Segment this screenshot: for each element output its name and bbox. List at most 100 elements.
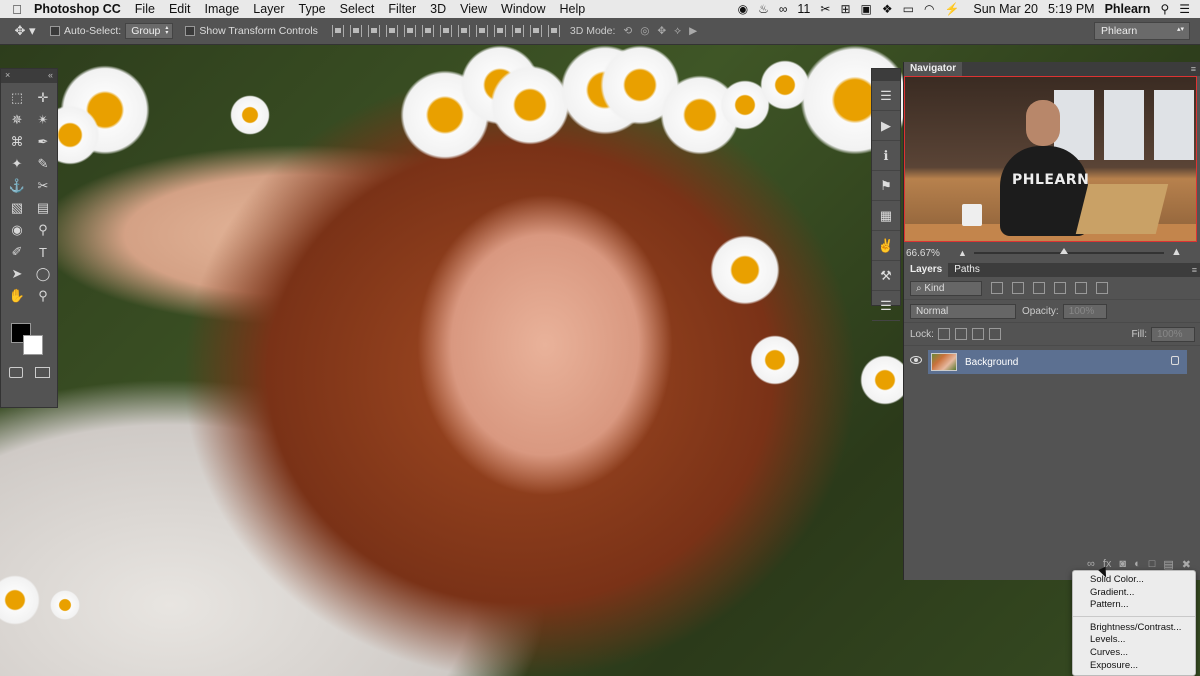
lasso-tool-icon[interactable]: ✵ [4,109,30,131]
brush-tool-icon[interactable]: ✎ [30,153,56,175]
menu-layer[interactable]: Layer [253,2,284,16]
swatches-panel-icon[interactable]: ▦ [872,201,900,231]
background-color-swatch[interactable] [23,335,43,355]
tab-layers[interactable]: Layers [904,263,949,277]
lock-image-icon[interactable] [954,328,967,340]
apple-menu-icon[interactable]:  [0,2,34,17]
lock-position-icon[interactable] [971,328,984,340]
align-left-icon[interactable] [385,25,398,37]
zoom-slider-thumb[interactable] [1060,248,1068,254]
spotlight-icon[interactable]: ⚲ [1160,2,1169,16]
clone-stamp-tool-icon[interactable]: ⚓ [4,175,30,197]
layers-menu-icon[interactable]: ≡ [1192,265,1197,275]
tab-paths[interactable]: Paths [948,263,986,277]
display-icon[interactable]: ▭ [903,2,914,16]
menubar-user[interactable]: Phlearn [1105,2,1151,16]
menu-type[interactable]: Type [299,2,326,16]
type-tool-icon[interactable]: T [30,241,56,263]
menu-filter[interactable]: Filter [388,2,416,16]
dock-header[interactable] [872,69,900,81]
distribute-hcenter-icon[interactable] [511,25,524,37]
marquee-tool-icon[interactable]: ⬚ [4,87,30,109]
shape-filter-icon[interactable] [1054,282,1066,294]
3d-mode-icons[interactable]: ⟲◎✥⟡▶ [623,25,705,38]
align-vcenter-icon[interactable] [349,25,362,37]
properties-panel-icon[interactable]: ☰ [872,291,900,321]
magic-wand-tool-icon[interactable]: ✴ [30,109,56,131]
healing-brush-tool-icon[interactable]: ✦ [4,153,30,175]
creative-cloud-icon[interactable]: ∞ [779,2,788,16]
blend-mode-dropdown[interactable]: Normal [910,303,1016,319]
menu-help[interactable]: Help [560,2,586,16]
distribute-left-icon[interactable] [493,25,506,37]
type-filter-icon[interactable] [1033,282,1045,294]
auto-select-checkbox[interactable] [50,26,60,36]
hand-tool-icon[interactable]: ✋ [4,285,30,307]
zoom-slider[interactable] [974,252,1164,254]
gradient-tool-icon[interactable]: ▤ [30,197,56,219]
layer-name[interactable]: Background [965,357,1018,368]
menu-select[interactable]: Select [340,2,375,16]
kind-filter-dropdown[interactable]: ⌕ Kind [910,280,982,296]
grid-icon[interactable]: ⊞ [840,2,850,16]
menu-item-gradient[interactable]: Gradient... [1073,587,1195,600]
navigator-preview[interactable]: PHLEARN [904,76,1197,242]
align-top-icon[interactable] [331,25,344,37]
pixel-filter-icon[interactable] [991,282,1003,294]
eraser-tool-icon[interactable]: ▧ [4,197,30,219]
blur-tool-icon[interactable]: ◉ [4,219,30,241]
adjustments-panel-icon[interactable]: ⚒ [872,261,900,291]
menu-item-brightness-contrast[interactable]: Brightness/Contrast... [1073,622,1195,635]
info-panel-icon[interactable]: ℹ [872,141,900,171]
zoom-tool-icon[interactable]: ⚲ [30,285,56,307]
path-selection-tool-icon[interactable]: ➤ [4,263,30,285]
move-tool-icon[interactable]: ✛ [30,87,56,109]
auto-select-dropdown[interactable]: Group [125,23,174,39]
history-panel-icon[interactable]: ☰ [872,81,900,111]
snip-icon[interactable]: ✂ [820,2,830,16]
screenshot-icon[interactable]: ▣ [861,2,872,16]
smart-object-filter-icon[interactable] [1075,282,1087,294]
menu-item-levels[interactable]: Levels... [1073,634,1195,647]
eyedropper-tool-icon[interactable]: ✒ [30,131,56,153]
menu-edit[interactable]: Edit [169,2,191,16]
crop-tool-icon[interactable]: ⌘ [4,131,30,153]
close-icon[interactable]: × [5,70,10,82]
brush-panel-icon[interactable]: ✌ [872,231,900,261]
ellipse-tool-icon[interactable]: ◯ [30,263,56,285]
align-bottom-icon[interactable] [367,25,380,37]
auto-align-icon[interactable] [547,25,560,37]
workspace-dropdown[interactable]: Phlearn ▴▾ [1094,22,1190,40]
zoom-out-icon[interactable]: ▲ [958,248,967,258]
record-icon[interactable]: ◉ [738,2,748,16]
menubar-time[interactable]: 5:19 PM [1048,2,1095,16]
dodge-tool-icon[interactable]: ⚲ [30,219,56,241]
layer-thumbnail[interactable] [931,353,957,371]
dropbox-icon[interactable]: ❖ [882,2,893,16]
color-panel-icon[interactable]: ⚑ [872,171,900,201]
zoom-in-icon[interactable]: ▲ [1171,246,1182,258]
pen-tool-icon[interactable]: ✐ [4,241,30,263]
history-brush-tool-icon[interactable]: ✂ [30,175,56,197]
menubar-date[interactable]: Sun Mar 20 [973,2,1038,16]
move-tool-icon[interactable]: ✥ ▾ [0,23,50,39]
app-menu[interactable]: Photoshop CC [34,2,121,16]
layer-row[interactable]: Background [910,350,1187,374]
menu-3d[interactable]: 3D [430,2,446,16]
adjustment-filter-icon[interactable] [1012,282,1024,294]
menu-item-curves[interactable]: Curves... [1073,647,1195,660]
battery-icon[interactable]: ⚡ [944,2,959,16]
opacity-input[interactable]: 100% [1062,303,1107,319]
menu-image[interactable]: Image [205,2,240,16]
notification-center-icon[interactable]: ☰ [1179,2,1190,16]
distribute-top-icon[interactable] [439,25,452,37]
distribute-vcenter-icon[interactable] [457,25,470,37]
menu-view[interactable]: View [460,2,487,16]
align-hcenter-icon[interactable] [403,25,416,37]
tab-navigator[interactable]: Navigator [904,62,963,76]
panel-menu-icon[interactable]: ≡ [1191,64,1196,74]
view-box[interactable] [904,76,1197,242]
lock-all-icon[interactable] [988,328,1001,340]
actions-panel-icon[interactable]: ▶ [872,111,900,141]
align-right-icon[interactable] [421,25,434,37]
